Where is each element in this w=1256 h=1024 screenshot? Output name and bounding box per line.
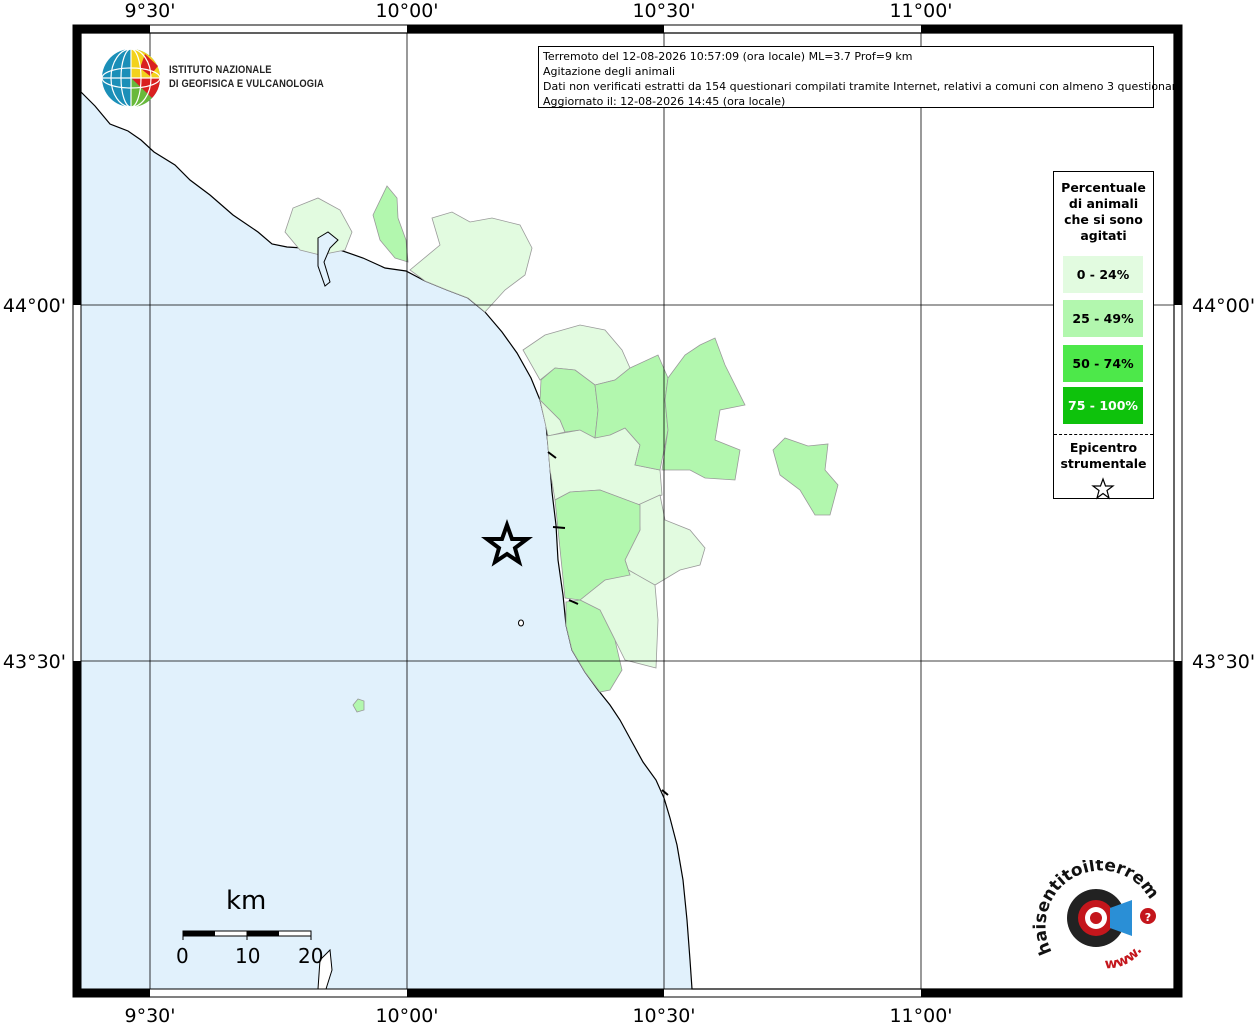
lon-tick-top: 10°00': [375, 0, 438, 22]
lon-tick-top: 9°30': [125, 0, 176, 22]
logo-www: www.: [1104, 943, 1145, 973]
legend-title: Percentuale di animali che si sono agita…: [1061, 180, 1146, 243]
svg-text:?: ?: [1145, 911, 1151, 924]
legend: Percentuale di animali che si sono agita…: [1053, 171, 1154, 500]
legend-class-25-49: 25 - 49%: [1063, 300, 1143, 337]
lon-tick-bottom: 10°30': [632, 1005, 695, 1024]
legend-class-0-24: 0 - 24%: [1063, 256, 1143, 293]
legend-epicenter-label: Epicentro strumentale: [1060, 440, 1147, 471]
islet: [518, 619, 524, 627]
scale-tick: 20: [298, 944, 324, 968]
lat-tick-right: 43°30': [1192, 651, 1255, 673]
map-subject: Agitazione degli animali: [543, 65, 676, 78]
ingv-name-line1: ISTITUTO NAZIONALE: [169, 64, 272, 76]
scale-tick: 10: [235, 944, 261, 968]
lon-tick-top: 11°00': [889, 0, 952, 22]
update-timestamp: Aggiornato il: 12-08-2026 14:45 (ora loc…: [543, 95, 786, 108]
event-headline: Terremoto del 12-08-2026 10:57:09 (ora l…: [543, 50, 913, 63]
globe-icon: [101, 48, 161, 108]
lat-tick-left: 44°00': [3, 295, 66, 317]
haisentitoilterremoto-logo[interactable]: haisentitoilterremoto.it www. ?: [1030, 860, 1170, 978]
ingv-name-line2: DI GEOFISICA E VULCANOLOGIA: [169, 78, 324, 90]
lon-tick-bottom: 10°00': [375, 1005, 438, 1024]
data-disclaimer: Dati non verificati estratti da 154 ques…: [543, 80, 1183, 93]
legend-divider: [1054, 434, 1153, 435]
scale-unit: km: [226, 886, 267, 916]
legend-class-75-100: 75 - 100%: [1063, 387, 1143, 424]
legend-class-50-74: 50 - 74%: [1063, 345, 1143, 382]
scale-tick: 0: [176, 944, 189, 968]
lon-tick-top: 10°30': [632, 0, 695, 22]
lon-tick-bottom: 9°30': [125, 1005, 176, 1024]
ingv-logo: ISTITUTO NAZIONALE DI GEOFISICA E VULCAN…: [100, 46, 330, 110]
ingv-name: ISTITUTO NAZIONALE DI GEOFISICA E VULCAN…: [169, 63, 324, 91]
star-icon: [1091, 477, 1115, 500]
lat-tick-right: 44°00': [1192, 295, 1255, 317]
lat-tick-left: 43°30': [3, 651, 66, 673]
lon-tick-bottom: 11°00': [889, 1005, 952, 1024]
event-info-box: Terremoto del 12-08-2026 10:57:09 (ora l…: [538, 46, 1183, 108]
